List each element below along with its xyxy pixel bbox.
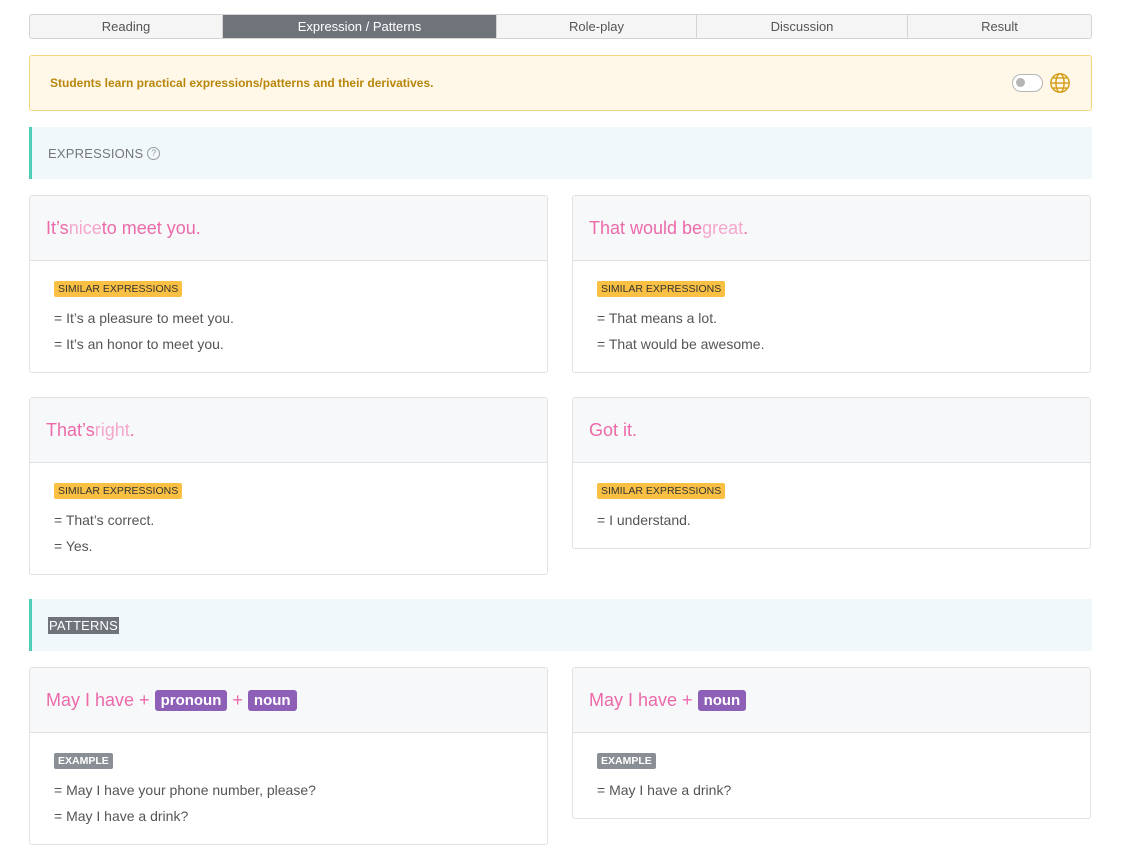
pattern-card: May I have + noun EXAMPLE = May I have a… bbox=[572, 667, 1091, 819]
expression-text: to meet you. bbox=[101, 217, 201, 238]
translation-toggle[interactable] bbox=[1012, 74, 1043, 92]
expression-text: That would be bbox=[589, 217, 703, 238]
tab-result[interactable]: Result bbox=[908, 15, 1091, 38]
expression-text: That’s bbox=[46, 419, 95, 440]
pronoun-chip: pronoun bbox=[154, 689, 228, 711]
expression-title: Got it. bbox=[573, 398, 1090, 463]
expression-text: . bbox=[129, 419, 135, 440]
example-line: = May I have a drink? bbox=[54, 808, 189, 824]
pattern-text: May I have + bbox=[46, 689, 150, 710]
help-icon[interactable]: ? bbox=[147, 146, 161, 160]
tab-expression-patterns[interactable]: Expression / Patterns bbox=[223, 15, 497, 38]
similar-expressions-badge: SIMILAR EXPRESSIONS bbox=[597, 483, 726, 499]
similar-line: = It’s a pleasure to meet you. bbox=[54, 310, 234, 326]
similar-line: = That’s correct. bbox=[54, 512, 155, 528]
expression-text: It’s bbox=[46, 217, 69, 238]
similar-line: = That would be awesome. bbox=[597, 336, 765, 352]
toggle-knob bbox=[1016, 78, 1025, 87]
pattern-plus: + bbox=[232, 689, 243, 710]
expression-card: That’s right. SIMILAR EXPRESSIONS = That… bbox=[29, 397, 548, 575]
expression-title: That’s right. bbox=[30, 398, 547, 463]
pattern-card: May I have + pronoun + noun EXAMPLE = Ma… bbox=[29, 667, 548, 845]
noun-chip: noun bbox=[247, 689, 297, 711]
expression-card: Got it. SIMILAR EXPRESSIONS = I understa… bbox=[572, 397, 1091, 549]
patterns-title: PATTERNS bbox=[48, 616, 120, 634]
tab-role-play[interactable]: Role-play bbox=[497, 15, 697, 38]
similar-line: = It’s an honor to meet you. bbox=[54, 336, 224, 352]
expression-keyword: great bbox=[702, 217, 744, 238]
similar-line: = That means a lot. bbox=[597, 310, 717, 326]
tab-reading[interactable]: Reading bbox=[30, 15, 223, 38]
expression-title: That would be great. bbox=[573, 196, 1090, 261]
similar-expressions-badge: SIMILAR EXPRESSIONS bbox=[54, 281, 183, 297]
expression-text: . bbox=[743, 217, 749, 238]
example-line: = May I have your phone number, please? bbox=[54, 782, 316, 798]
expression-text: Got it. bbox=[589, 419, 638, 440]
expression-keyword: nice bbox=[68, 217, 102, 238]
notice-text: Students learn practical expressions/pat… bbox=[50, 76, 434, 90]
example-badge: EXAMPLE bbox=[597, 753, 656, 769]
expression-keyword: right bbox=[94, 419, 130, 440]
globe-icon[interactable] bbox=[1049, 72, 1071, 94]
tab-discussion[interactable]: Discussion bbox=[697, 15, 908, 38]
pattern-title: May I have + noun bbox=[573, 668, 1090, 733]
expression-card: That would be great. SIMILAR EXPRESSIONS… bbox=[572, 195, 1091, 373]
similar-line: = I understand. bbox=[597, 512, 691, 528]
example-badge: EXAMPLE bbox=[54, 753, 113, 769]
expression-title: It’s nice to meet you. bbox=[30, 196, 547, 261]
similar-line: = Yes. bbox=[54, 538, 93, 554]
example-line: = May I have a drink? bbox=[597, 782, 732, 798]
patterns-section-header: PATTERNS bbox=[29, 599, 1092, 651]
expressions-section-header: EXPRESSIONS ? bbox=[29, 127, 1092, 179]
pattern-title: May I have + pronoun + noun bbox=[30, 668, 547, 733]
notice-banner: Students learn practical expressions/pat… bbox=[29, 55, 1092, 111]
tab-bar: Reading Expression / Patterns Role-play … bbox=[29, 14, 1092, 39]
pattern-text: May I have + bbox=[589, 689, 693, 710]
expression-card: It’s nice to meet you. SIMILAR EXPRESSIO… bbox=[29, 195, 548, 373]
similar-expressions-badge: SIMILAR EXPRESSIONS bbox=[597, 281, 726, 297]
expressions-title: EXPRESSIONS bbox=[48, 145, 144, 161]
similar-expressions-badge: SIMILAR EXPRESSIONS bbox=[54, 483, 183, 499]
noun-chip: noun bbox=[697, 689, 747, 711]
